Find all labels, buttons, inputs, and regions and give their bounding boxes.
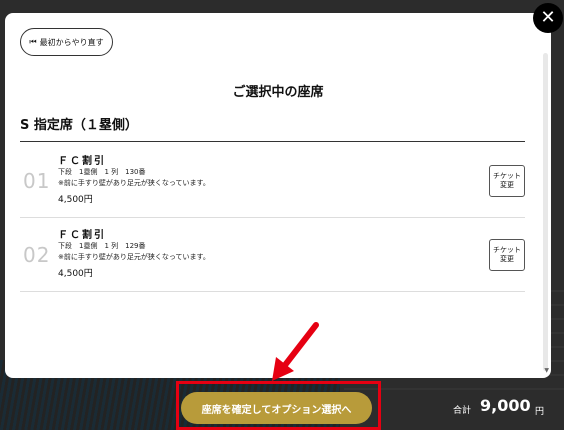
seat-section-title: S 指定席（１塁側） — [20, 114, 525, 142]
change-label-line1: チケット — [493, 246, 521, 255]
seat-price: 4,500円 — [58, 269, 93, 279]
confirm-seat-button[interactable]: 座席を確定してオプション選択へ — [181, 392, 372, 424]
change-label-line1: チケット — [493, 172, 521, 181]
total-unit: 円 — [535, 407, 545, 417]
modal-title: ご選択中の座席 — [232, 85, 324, 100]
restart-button[interactable]: ⏮ 最初からやり直す — [20, 28, 113, 56]
rewind-icon: ⏮ — [29, 37, 37, 46]
seat-list-item: 02 ＦＣ割引 下段 1塁側 1 列 129番 ※前に手すり壁があり足元が狭くな… — [20, 218, 525, 292]
scroll-down-icon[interactable]: ▼ — [544, 367, 549, 374]
seat-location: 下段 1塁側 1 列 130番 — [58, 168, 146, 176]
ticket-type: ＦＣ割引 — [58, 230, 106, 241]
seat-number: 01 — [23, 169, 51, 193]
change-label-line2: 変更 — [500, 255, 514, 263]
restart-label: 最初からやり直す — [39, 37, 104, 47]
total-label: 合計 — [453, 406, 472, 416]
seat-note: ※前に手すり壁があり足元が狭くなっています。 — [58, 253, 210, 261]
seat-price: 4,500円 — [58, 195, 93, 205]
seat-list-item: 01 ＦＣ割引 下段 1塁側 1 列 130番 ※前に手すり壁があり足元が狭くな… — [20, 144, 525, 218]
seat-location: 下段 1塁側 1 列 129番 — [58, 242, 146, 250]
ticket-change-button[interactable]: チケット 変更 — [489, 165, 525, 197]
red-arrow-icon — [272, 322, 319, 381]
ticket-change-button[interactable]: チケット 変更 — [489, 239, 525, 271]
modal-scrollbar[interactable] — [543, 53, 548, 371]
close-icon[interactable]: ✕ — [533, 3, 563, 33]
seat-number: 02 — [23, 243, 51, 267]
change-label-line2: 変更 — [500, 181, 514, 189]
ticket-type: ＦＣ割引 — [58, 156, 106, 167]
seat-note: ※前に手すり壁があり足元が狭くなっています。 — [58, 179, 210, 187]
total-amount: 9,000 — [480, 396, 531, 415]
